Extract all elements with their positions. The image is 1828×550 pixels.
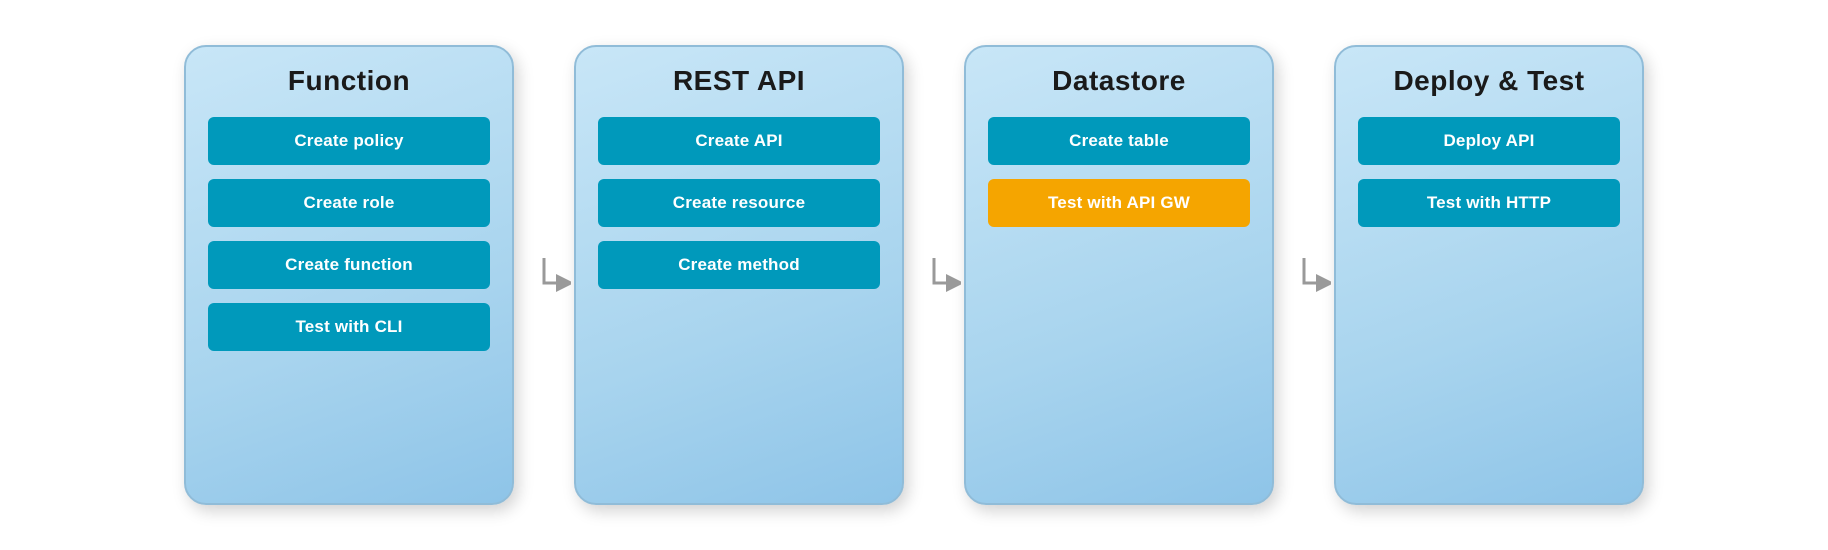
arrow-icon-3 (1277, 248, 1331, 302)
panel-rest-api-title: REST API (673, 65, 805, 97)
btn-create-policy[interactable]: Create policy (208, 117, 490, 165)
panel-function: Function Create policy Create role Creat… (184, 45, 514, 505)
panel-deploy-test: Deploy & Test Deploy API Test with HTTP (1334, 45, 1644, 505)
btn-create-function[interactable]: Create function (208, 241, 490, 289)
btn-create-method[interactable]: Create method (598, 241, 880, 289)
arrow-1 (514, 248, 574, 302)
panel-function-title: Function (288, 65, 410, 97)
btn-test-with-cli[interactable]: Test with CLI (208, 303, 490, 351)
arrow-icon-2 (907, 248, 961, 302)
btn-create-role[interactable]: Create role (208, 179, 490, 227)
arrow-icon-1 (517, 248, 571, 302)
btn-create-table[interactable]: Create table (988, 117, 1250, 165)
btn-deploy-api[interactable]: Deploy API (1358, 117, 1620, 165)
btn-create-api[interactable]: Create API (598, 117, 880, 165)
panel-rest-api: REST API Create API Create resource Crea… (574, 45, 904, 505)
panel-datastore: Datastore Create table Test with API GW (964, 45, 1274, 505)
arrow-3 (1274, 248, 1334, 302)
arrow-2 (904, 248, 964, 302)
panel-deploy-test-title: Deploy & Test (1393, 65, 1584, 97)
diagram: Function Create policy Create role Creat… (144, 25, 1684, 525)
btn-test-with-http[interactable]: Test with HTTP (1358, 179, 1620, 227)
btn-create-resource[interactable]: Create resource (598, 179, 880, 227)
panel-datastore-title: Datastore (1052, 65, 1186, 97)
btn-test-with-api-gw[interactable]: Test with API GW (988, 179, 1250, 227)
